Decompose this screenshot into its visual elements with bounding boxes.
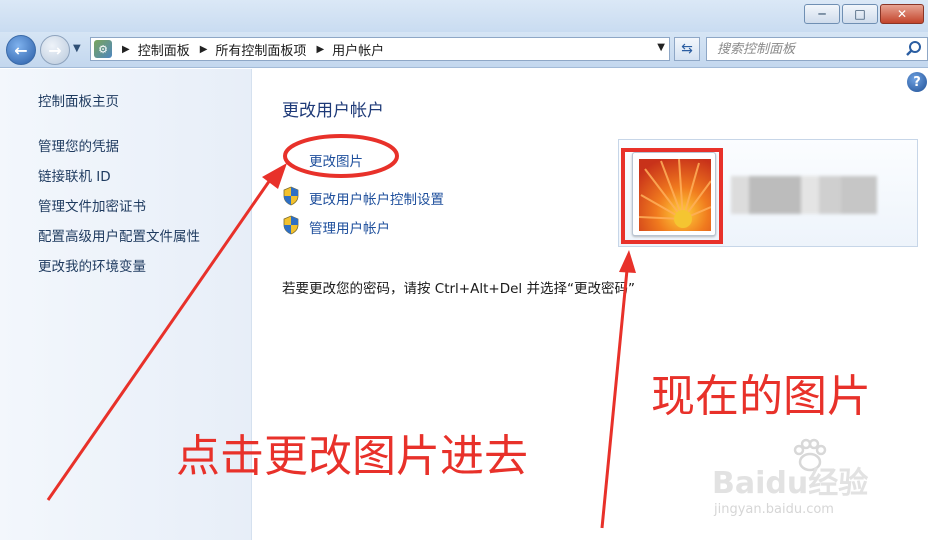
arrowhead-icon [619,250,636,273]
highlight-ellipse [283,134,399,178]
annotation-current-picture: 现在的图片 [651,371,871,422]
watermark-url: jingyan.baidu.com [714,502,834,517]
watermark-brand: Baidu经验 [712,466,869,501]
annotation-click-hint: 点击更改图片进去 [176,431,528,482]
highlight-rectangle [621,148,723,244]
baidu-watermark: Baidu经验 jingyan.baidu.com [712,438,869,517]
arrow-to-current-picture [600,269,629,529]
